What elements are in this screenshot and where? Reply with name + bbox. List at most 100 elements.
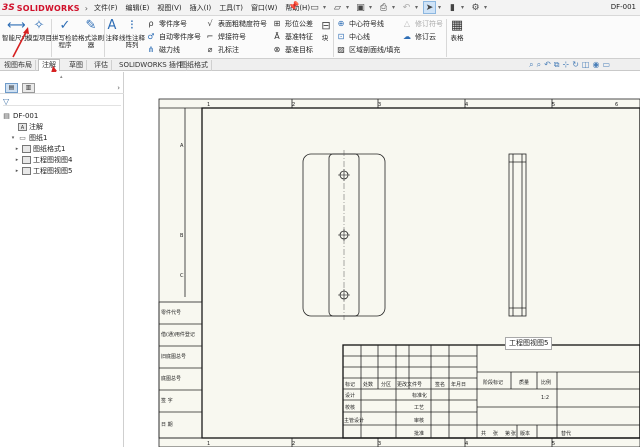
tab-evaluate[interactable]: 评估 <box>91 60 112 71</box>
area-hatch-button[interactable]: ▨ 区域剖面线/填充 <box>336 43 400 56</box>
tree-item-drawing-view5[interactable]: ▸ 工程图视图5 <box>2 165 72 176</box>
pin-icon[interactable]: 📌 <box>288 2 299 12</box>
tree-expander[interactable]: ▸ <box>14 157 20 163</box>
block-button[interactable]: ⊟ 块 <box>318 18 332 42</box>
feature-manager-panel: ▴ ▤ ▥ › ▽ ▤ DF-001 A 注解 ▾ ▭ 图纸1 ▸ 图纸格式1 … <box>0 72 124 447</box>
centerline-button[interactable]: ⊡ 中心线 <box>336 30 400 43</box>
revision-cloud-button[interactable]: ☁ 修订云 <box>402 30 443 43</box>
tree-item-sheet1[interactable]: ▾ ▭ 图纸1 <box>2 132 72 143</box>
linear-note-pattern-button[interactable]: ⁝ 线性注释阵列 <box>119 18 145 49</box>
magnetic-line-button[interactable]: ⋔ 磁力线 <box>146 43 201 56</box>
geometric-tolerance-button[interactable]: ⊞ 形位公差 <box>272 17 313 30</box>
tb-label-design: 设计 <box>345 392 355 399</box>
chevron-down-icon[interactable]: ▾ <box>484 4 490 11</box>
chevron-down-icon[interactable]: ▾ <box>461 4 467 11</box>
ribbon-column-symbols: √ 表面粗糙度符号 ⌐ 焊接符号 ⌀ 孔标注 <box>205 17 267 56</box>
chevron-right-icon[interactable]: › <box>117 84 120 92</box>
tree-expander[interactable]: ▸ <box>14 146 20 152</box>
format-painter-button[interactable]: ✎ 格式涂刷器 <box>78 18 104 49</box>
revision-symbol-button[interactable]: △ 修订符号 <box>402 17 443 30</box>
tb-footer-no: 第 <box>505 430 510 437</box>
undo-icon[interactable]: ↶ <box>400 1 413 14</box>
tab-view-layout[interactable]: 视图布局 <box>1 60 36 71</box>
command-manager-ribbon: ⟷ 智能尺寸 ✧ 模型项目 ✓ 拼写检验程序 ✎ 格式涂刷器 A 注释 ⁝ 线性… <box>0 16 640 59</box>
menu-view[interactable]: 视图(V) <box>153 3 185 13</box>
section-view-icon[interactable]: ⧉ <box>554 60 560 70</box>
chevron-down-icon[interactable]: ▾ <box>438 4 444 11</box>
save-icon[interactable]: ▣ <box>354 1 367 14</box>
hole-callout-button[interactable]: ⌀ 孔标注 <box>205 43 267 56</box>
ribbon-column-revision: △ 修订符号 ☁ 修订云 <box>402 17 443 43</box>
tree-expander[interactable]: ▾ <box>10 135 16 141</box>
surface-finish-button[interactable]: √ 表面粗糙度符号 <box>205 17 267 30</box>
datum-target-button[interactable]: ⊗ 基准目标 <box>272 43 313 56</box>
feature-manager-tab-icon[interactable]: ▤ <box>5 83 18 93</box>
tree-item-sheet-format1[interactable]: ▸ 图纸格式1 <box>2 143 72 154</box>
panel-drag-handle[interactable]: ▴ <box>60 74 63 80</box>
tb-footer-sheets: 张 <box>493 430 498 437</box>
tb-label-scale: 比例 <box>541 379 551 386</box>
auto-balloon-button[interactable]: ♂ 自动零件序号 <box>146 30 201 43</box>
menu-file[interactable]: 文件(F) <box>90 3 122 13</box>
chevron-right-icon[interactable]: › <box>85 4 88 13</box>
area-hatch-icon: ▨ <box>337 45 345 54</box>
spell-check-button[interactable]: ✓ 拼写检验程序 <box>52 18 78 49</box>
dynamic-annotation-icon[interactable]: ⊹ <box>562 60 569 70</box>
hide-show-icon[interactable]: ◉ <box>592 60 599 70</box>
chevron-down-icon[interactable]: ▾ <box>415 4 421 11</box>
chevron-down-icon[interactable]: ▾ <box>323 4 329 11</box>
datum-feature-label: 基准特征 <box>285 32 313 41</box>
chevron-down-icon[interactable]: ▾ <box>392 4 398 11</box>
tab-sketch[interactable]: 草图 <box>66 60 87 71</box>
tab-sheet-format[interactable]: 图纸格式 <box>177 60 212 71</box>
smart-dimension-button[interactable]: ⟷ 智能尺寸 <box>2 18 28 42</box>
ribbon-separator <box>333 19 334 57</box>
view-settings-icon[interactable]: ▭ <box>602 60 610 70</box>
center-mark-button[interactable]: ⊕ 中心符号线 <box>336 17 400 30</box>
tree-expander[interactable]: ▸ <box>14 168 20 174</box>
table-button[interactable]: ▦ 表格 <box>447 18 467 42</box>
menu-insert[interactable]: 插入(I) <box>186 3 216 13</box>
rebuild-icon[interactable]: ▮ <box>446 1 459 14</box>
chevron-down-icon[interactable]: ▾ <box>369 4 375 11</box>
balloon-button[interactable]: ρ 零件序号 <box>146 17 201 30</box>
tb-header-mark: 标记 <box>345 381 355 388</box>
zoom-area-icon[interactable]: ⌕ <box>537 60 541 70</box>
tb-footer-total: 共 <box>481 430 486 437</box>
tree-item-annotations[interactable]: A 注解 <box>2 121 72 132</box>
menu-edit[interactable]: 编辑(E) <box>122 3 154 13</box>
model-items-button[interactable]: ✧ 模型项目 <box>26 18 52 42</box>
zone-number-4-bottom: 4 <box>465 441 468 447</box>
smart-dimension-label: 智能尺寸 <box>2 34 28 42</box>
new-document-icon[interactable]: ▭ <box>308 1 321 14</box>
tree-root[interactable]: ▤ DF-001 <box>2 110 72 121</box>
display-style-icon[interactable]: ◫ <box>582 60 590 70</box>
format-painter-icon: ✎ <box>85 18 97 33</box>
app-logo[interactable]: 3S SOLIDWORKS › <box>2 2 88 14</box>
tree-filter[interactable]: ▽ <box>3 97 121 106</box>
open-folder-icon[interactable]: ▱ <box>331 1 344 14</box>
tree-item-drawing-view4[interactable]: ▸ 工程图视图4 <box>2 154 72 165</box>
chevron-down-icon[interactable]: ▾ <box>346 4 352 11</box>
zone-number-6: 6 <box>615 102 618 108</box>
property-manager-tab-icon[interactable]: ▥ <box>22 83 35 93</box>
rotate-view-icon[interactable]: ↻ <box>572 60 579 70</box>
tb-header-signature: 签名 <box>435 381 445 388</box>
area-hatch-label: 区域剖面线/填充 <box>349 45 401 54</box>
feature-tree: ▤ DF-001 A 注解 ▾ ▭ 图纸1 ▸ 图纸格式1 ▸ 工程图视图4 ▸… <box>2 110 72 176</box>
magnetic-line-icon: ⋔ <box>147 45 155 54</box>
previous-view-icon[interactable]: ↶ <box>544 60 551 70</box>
note-button[interactable]: A 注释 <box>104 18 120 42</box>
graphics-area[interactable]: .ln { stroke: #222; stroke-width: 0.8; f… <box>125 72 640 447</box>
drawing-sheet[interactable]: .ln { stroke: #222; stroke-width: 0.8; f… <box>125 72 640 447</box>
print-icon[interactable]: ⎙ <box>377 1 390 14</box>
revision-cloud-label: 修订云 <box>415 32 436 41</box>
datum-feature-button[interactable]: Ā 基准特征 <box>272 30 313 43</box>
tab-annotation[interactable]: 注解 <box>38 59 60 71</box>
select-pointer-icon[interactable]: ➤ <box>423 1 436 14</box>
menu-tools[interactable]: 工具(T) <box>215 3 247 13</box>
options-gear-icon[interactable]: ⚙ <box>469 1 482 14</box>
weld-symbol-button[interactable]: ⌐ 焊接符号 <box>205 30 267 43</box>
menu-window[interactable]: 窗口(W) <box>247 3 281 13</box>
zoom-to-fit-icon[interactable]: ⌕ <box>529 60 533 70</box>
